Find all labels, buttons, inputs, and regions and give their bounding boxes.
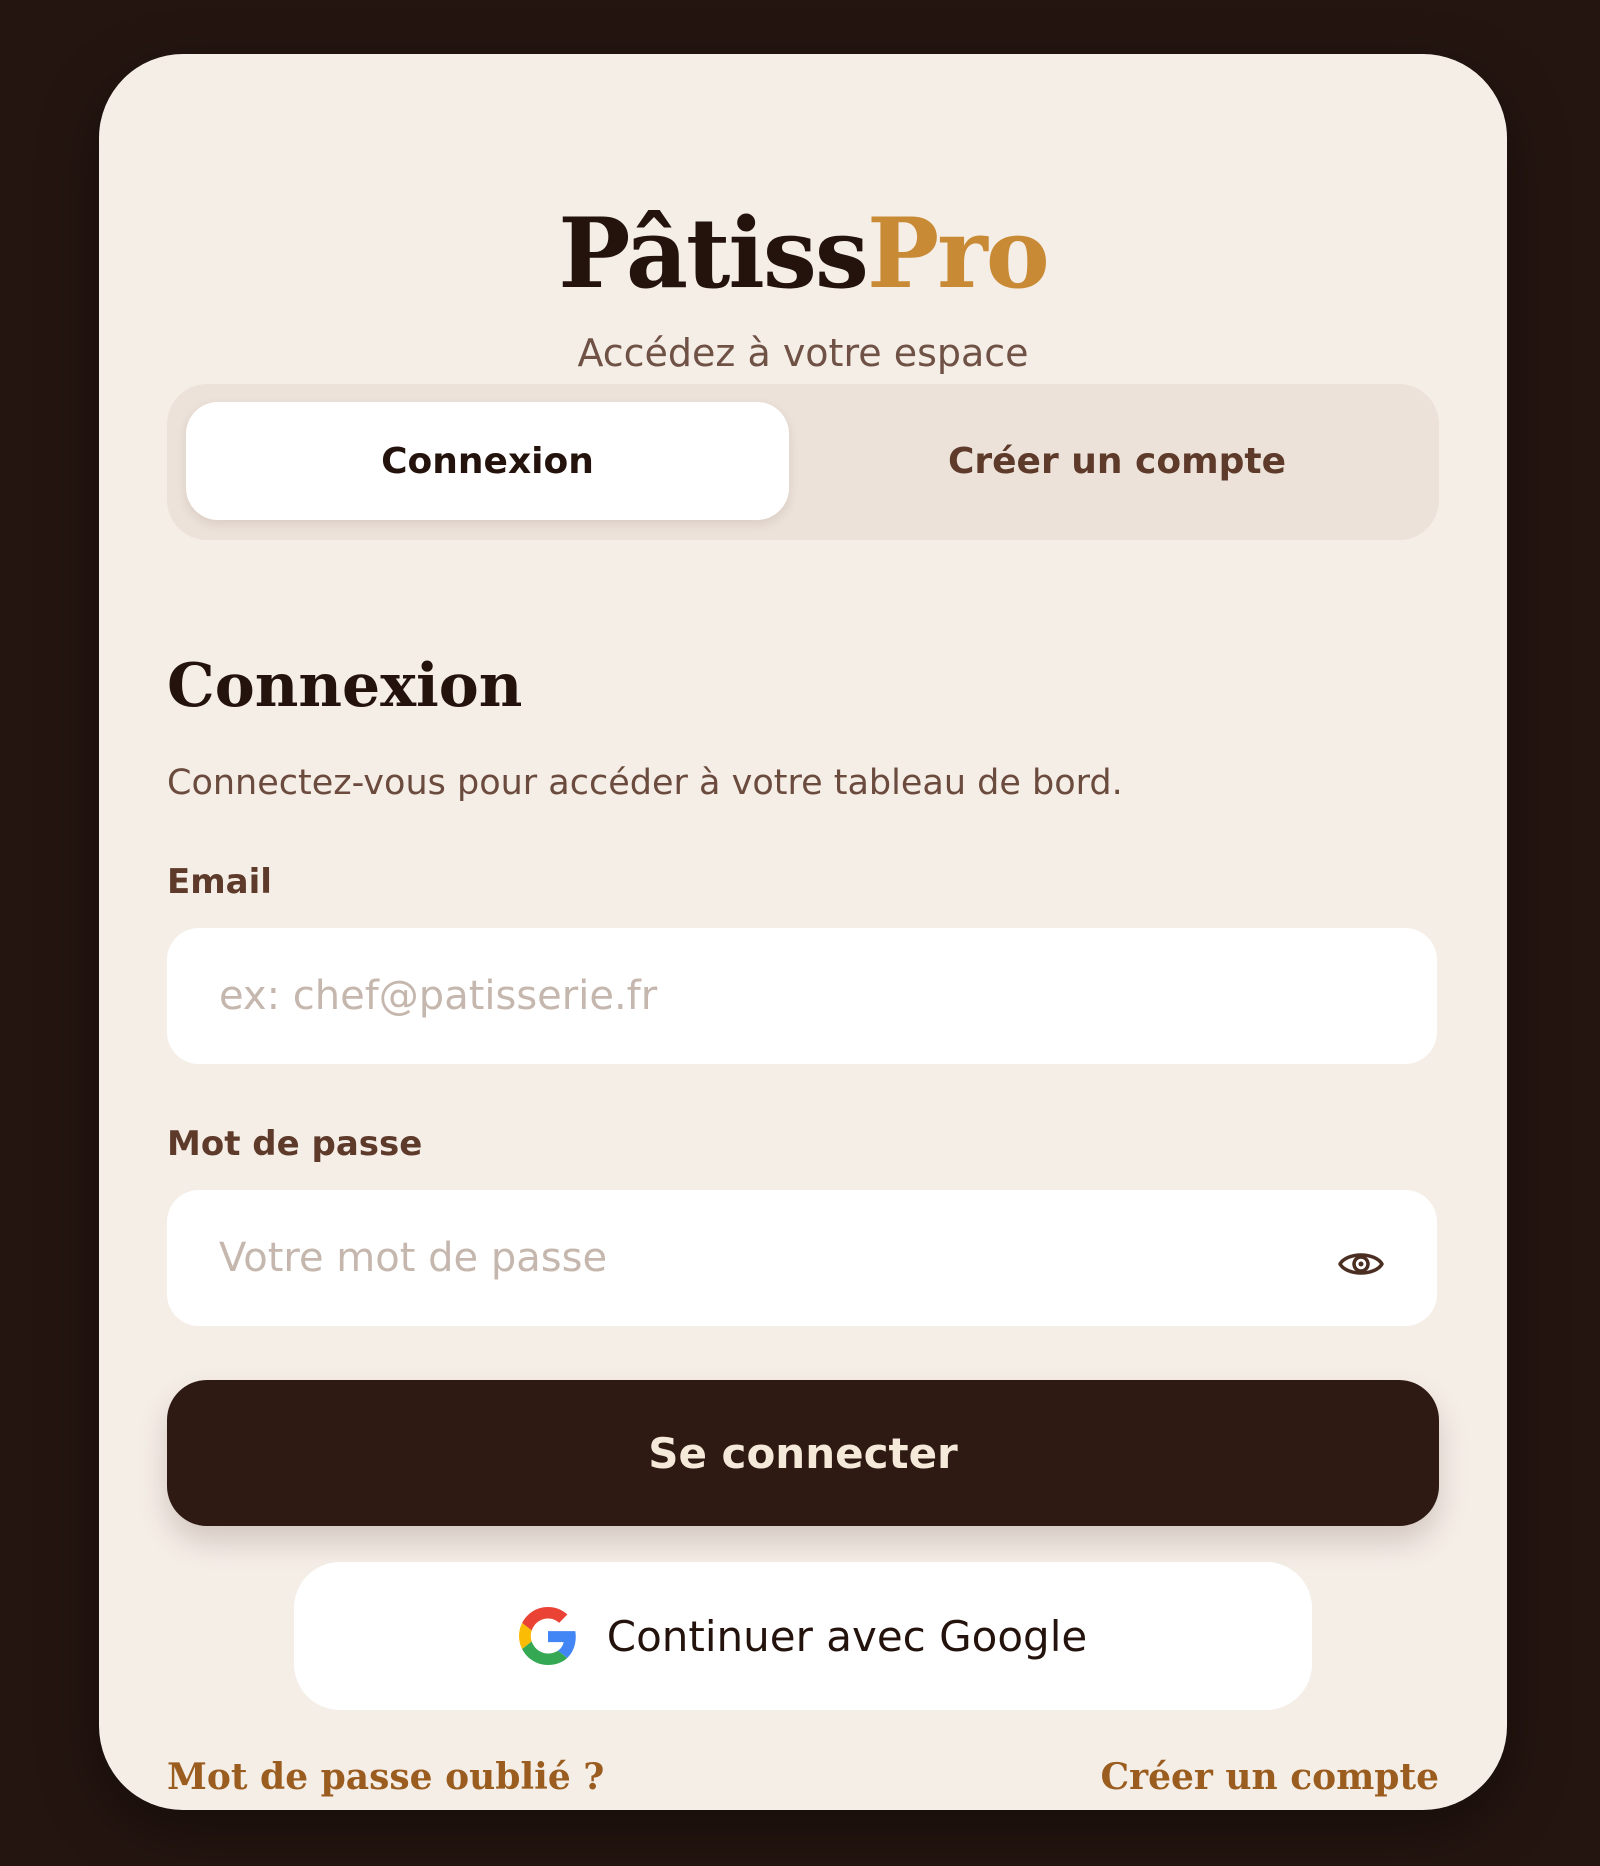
google-g-icon xyxy=(518,1607,576,1665)
google-signin-button[interactable]: Continuer avec Google xyxy=(294,1562,1312,1710)
email-field[interactable] xyxy=(219,928,1339,1064)
brand-name-part2: Pro xyxy=(866,197,1050,310)
login-card: PâtissPro Accédez à votre espace Connexi… xyxy=(99,54,1507,1810)
password-label: Mot de passe xyxy=(167,1124,423,1164)
brand-logo: PâtissPro xyxy=(99,194,1507,314)
tab-create-account[interactable]: Créer un compte xyxy=(817,402,1417,520)
google-button-label: Continuer avec Google xyxy=(606,1611,1088,1661)
email-field-container xyxy=(167,928,1437,1064)
brand-subtitle: Accédez à votre espace xyxy=(577,331,1029,375)
login-button[interactable]: Se connecter xyxy=(167,1380,1439,1526)
eye-icon[interactable] xyxy=(1337,1244,1385,1284)
password-field-container xyxy=(167,1190,1437,1326)
auth-tabs: Connexion Créer un compte xyxy=(167,384,1439,540)
tab-connexion[interactable]: Connexion xyxy=(186,402,789,520)
email-label: Email xyxy=(167,862,272,902)
form-heading: Connexion xyxy=(167,651,523,721)
form-description: Connectez-vous pour accéder à votre tabl… xyxy=(167,763,1123,803)
password-field[interactable] xyxy=(219,1190,1259,1326)
brand-name-part1: Pâtiss xyxy=(558,197,869,310)
forgot-password-link[interactable]: Mot de passe oublié ? xyxy=(167,1752,604,1802)
create-account-link[interactable]: Créer un compte xyxy=(1100,1752,1439,1802)
